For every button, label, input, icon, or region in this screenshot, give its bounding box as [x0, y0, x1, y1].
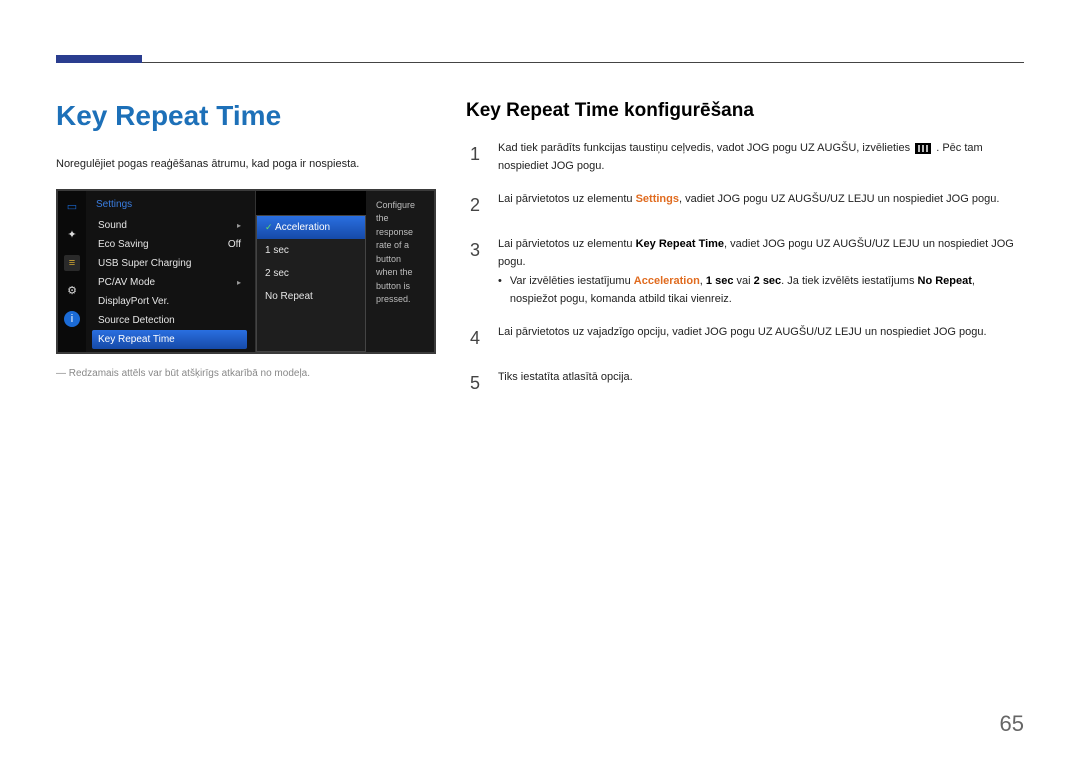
chevron-right-icon: ▸ — [237, 278, 241, 287]
osd-item: DisplayPort Ver. — [92, 292, 247, 311]
step-3-bullet: Var izvēlēties iestatījumu Acceleration,… — [498, 273, 1024, 308]
step-5: 5 Tiks iestatīta atlasītā opcija. — [466, 369, 1024, 398]
osd-item: Eco SavingOff — [92, 235, 247, 254]
osd-submenu-item: No Repeat — [257, 285, 365, 308]
step-number: 1 — [466, 140, 484, 175]
step-number: 4 — [466, 324, 484, 353]
osd-help-text: Configure the response rate of a button … — [366, 191, 434, 352]
gear-icon: ⚙ — [64, 283, 80, 299]
osd-menu-title: Settings — [92, 197, 247, 216]
page-number: 65 — [1000, 711, 1024, 737]
step-1: 1 Kad tiek parādīts funkcijas taustiņu c… — [466, 140, 1024, 175]
osd-screenshot: ▭ ✦ ≡ ⚙ i Settings Sound▸ Eco SavingOff … — [56, 189, 436, 354]
menu-icon — [915, 143, 931, 154]
osd-submenu-item-selected: Acceleration — [257, 216, 365, 239]
chevron-right-icon: ▸ — [237, 221, 241, 230]
picture-icon: ▭ — [64, 199, 80, 215]
image-footnote: Redzamais attēls var būt atšķirīgs atkar… — [56, 368, 436, 379]
osd-item: PC/AV Mode▸ — [92, 273, 247, 292]
page-title: Key Repeat Time — [56, 100, 436, 132]
section-heading: Key Repeat Time konfigurēšana — [466, 100, 1024, 122]
osd-item: Sound▸ — [92, 216, 247, 235]
osd-menu-list: Settings Sound▸ Eco SavingOff USB Super … — [86, 191, 256, 352]
page-content: Key Repeat Time Noregulējiet pogas reaģē… — [56, 100, 1024, 414]
step-list: 1 Kad tiek parādīts funkcijas taustiņu c… — [466, 140, 1024, 398]
list-icon: ≡ — [64, 255, 80, 271]
header-accent-bar — [56, 55, 142, 63]
step-number: 5 — [466, 369, 484, 398]
osd-category-icons: ▭ ✦ ≡ ⚙ i — [58, 191, 86, 352]
osd-submenu-item: 2 sec — [257, 262, 365, 285]
step-3: 3 Lai pārvietotos uz elementu Key Repeat… — [466, 236, 1024, 308]
info-icon: i — [64, 311, 80, 327]
feature-description: Noregulējiet pogas reaģēšanas ātrumu, ka… — [56, 156, 436, 173]
osd-item: Source Detection — [92, 311, 247, 330]
step-number: 3 — [466, 236, 484, 308]
step-number: 2 — [466, 191, 484, 220]
osd-submenu: Acceleration 1 sec 2 sec No Repeat — [256, 215, 366, 352]
osd-item-active: Key Repeat Time — [92, 330, 247, 349]
left-column: Key Repeat Time Noregulējiet pogas reaģē… — [56, 100, 436, 414]
osd-item: USB Super Charging — [92, 254, 247, 273]
step-4: 4 Lai pārvietotos uz vajadzīgo opciju, v… — [466, 324, 1024, 353]
header-divider — [142, 62, 1024, 63]
osd-submenu-item: 1 sec — [257, 239, 365, 262]
right-column: Key Repeat Time konfigurēšana 1 Kad tiek… — [466, 100, 1024, 414]
step-2: 2 Lai pārvietotos uz elementu Settings, … — [466, 191, 1024, 220]
options-icon: ✦ — [64, 227, 80, 243]
